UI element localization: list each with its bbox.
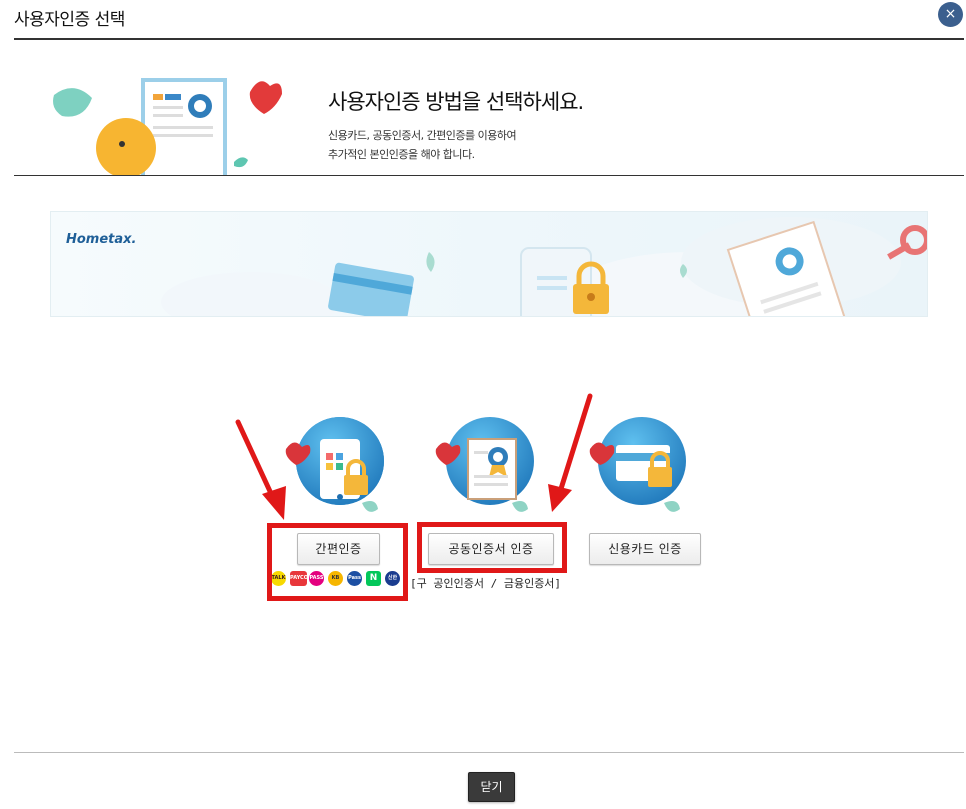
intro-section: 사용자인증 방법을 선택하세요. 신용카드, 공동인증서, 간편인증를 이용하여… xyxy=(14,40,964,176)
intro-divider xyxy=(14,175,964,176)
joint-certificate-note: [구 공인인증서 / 금융인증서] xyxy=(410,577,562,590)
intro-heading: 사용자인증 방법을 선택하세요. xyxy=(328,90,584,114)
intro-description-line1: 신용카드, 공동인증서, 간편인증를 이용하여 xyxy=(328,129,517,142)
window-titlebar: 사용자인증 선택 × xyxy=(0,0,966,38)
hometax-banner: Hometax. xyxy=(50,211,928,317)
intro-illustration xyxy=(53,78,282,176)
footer-divider xyxy=(14,752,964,753)
highlight-box-joint-certificate xyxy=(417,522,567,573)
intro-description-line2: 추가적인 본인인증을 해야 합니다. xyxy=(328,148,475,161)
close-button[interactable]: 닫기 xyxy=(468,772,515,802)
credit-card-lock-icon xyxy=(589,417,686,512)
credit-card-auth-button[interactable]: 신용카드 인증 xyxy=(589,533,701,565)
phone-lock-icon xyxy=(285,417,384,512)
window-title: 사용자인증 선택 xyxy=(14,10,125,30)
hometax-logo: Hometax. xyxy=(66,232,137,247)
banner-illustration xyxy=(161,217,927,316)
highlight-box-simple-auth xyxy=(267,523,408,601)
close-icon[interactable]: × xyxy=(938,2,963,27)
annotation-arrow-left xyxy=(235,419,286,520)
certificate-icon xyxy=(435,417,534,512)
annotation-arrow-right xyxy=(548,393,593,512)
